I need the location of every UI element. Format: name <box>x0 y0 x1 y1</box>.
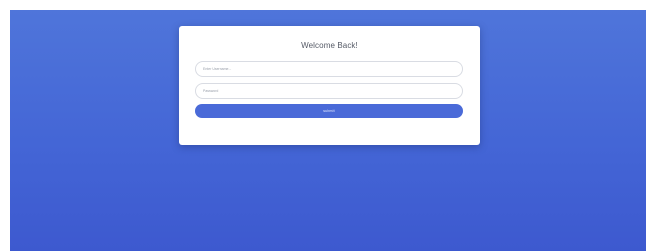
login-card: Welcome Back! submit <box>179 26 480 145</box>
password-input[interactable] <box>195 83 463 99</box>
submit-button[interactable]: submit <box>195 104 463 118</box>
login-title: Welcome Back! <box>301 41 358 50</box>
page-background: Welcome Back! submit <box>10 10 646 251</box>
username-input[interactable] <box>195 61 463 77</box>
